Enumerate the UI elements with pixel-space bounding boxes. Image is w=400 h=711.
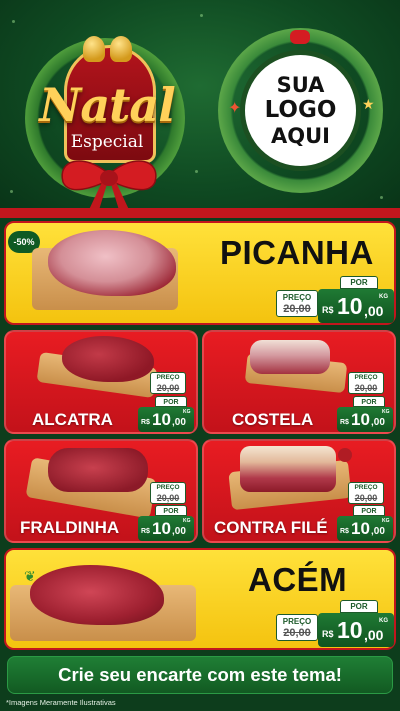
price-integer: 10: [152, 519, 171, 538]
product-image-contra-file: [240, 446, 336, 492]
sparkle-decoration: [12, 20, 15, 23]
star-icon: ★: [362, 96, 375, 112]
new-price-tag: R$ 10 ,00 KG: [138, 407, 194, 432]
price-decimal: ,00: [364, 303, 384, 319]
por-label: POR: [340, 600, 378, 613]
currency-label: R$: [340, 528, 349, 535]
header-banner: Natal Especial ✦ ★ SUA LOGO AQUI: [0, 0, 400, 215]
old-price: 20,00: [156, 382, 180, 393]
currency-label: R$: [141, 528, 150, 535]
old-price-tag: PREÇO 20,00: [150, 482, 186, 504]
unit-label: KG: [382, 409, 390, 415]
product-name: CONTRA FILÉ: [214, 518, 328, 537]
product-name: FRALDINHA: [20, 518, 120, 537]
preco-label: PREÇO: [354, 374, 378, 381]
page-title: Natal: [39, 78, 175, 132]
preco-label: PREÇO: [156, 374, 180, 381]
unit-label: KG: [183, 409, 191, 415]
unit-label: KG: [183, 518, 191, 524]
bell-icon: [110, 36, 132, 62]
old-price-tag: PREÇO 20,00: [348, 372, 384, 394]
bell-icon: [83, 36, 105, 62]
ribbon-bow-icon: [290, 30, 310, 44]
currency-label: R$: [340, 419, 349, 426]
new-price-tag: R$ 10 ,00 KG: [337, 516, 393, 541]
sparkle-decoration: [195, 170, 198, 173]
old-price-tag: PREÇO 20,00: [276, 614, 318, 641]
price-decimal: ,00: [371, 417, 385, 428]
por-label: POR: [353, 505, 385, 516]
product-name: COSTELA: [232, 410, 314, 429]
por-label: POR: [340, 276, 378, 289]
price-integer: 10: [337, 617, 363, 643]
cta-button[interactable]: Crie seu encarte com este tema!: [7, 656, 393, 694]
product-image-fraldinha: [48, 448, 148, 492]
por-label: POR: [155, 505, 187, 516]
old-price: 20,00: [283, 627, 311, 639]
price-decimal: ,00: [172, 526, 186, 537]
product-name: ALCATRA: [32, 410, 113, 429]
logo-text-line: AQUI: [271, 123, 330, 148]
old-price: 20,00: [354, 492, 378, 503]
ribbon-divider: [0, 208, 400, 218]
tomato-garnish-icon: [338, 448, 352, 462]
preco-label: PREÇO: [282, 617, 312, 626]
sparkle-decoration: [200, 14, 203, 17]
preco-label: PREÇO: [156, 484, 180, 491]
unit-label: KG: [382, 518, 390, 524]
old-price-tag: PREÇO 20,00: [150, 372, 186, 394]
new-price-tag: R$ 10 ,00 KG: [318, 613, 394, 647]
product-name: ACÉM: [248, 561, 348, 598]
logo-placeholder[interactable]: SUA LOGO AQUI: [240, 50, 361, 171]
logo-text-line: SUA: [276, 73, 325, 98]
sparkle-decoration: [380, 196, 383, 199]
currency-label: R$: [322, 305, 334, 315]
old-price-tag: PREÇO 20,00: [276, 290, 318, 317]
unit-label: KG: [379, 294, 388, 300]
unit-label: KG: [379, 618, 388, 624]
logo-text-line: LOGO: [264, 97, 337, 124]
product-image-costela: [250, 340, 330, 374]
por-label: POR: [353, 396, 385, 407]
new-price-tag: R$ 10 ,00 KG: [337, 407, 393, 432]
sparkle-decoration: [10, 190, 13, 193]
herb-garnish-icon: ❦: [24, 568, 36, 584]
old-price: 20,00: [156, 492, 180, 503]
old-price: 20,00: [354, 382, 378, 393]
new-price-tag: R$ 10 ,00 KG: [138, 516, 194, 541]
preco-label: PREÇO: [282, 293, 312, 302]
price-decimal: ,00: [364, 627, 384, 643]
footnote: *Imagens Meramente Ilustrativas: [6, 698, 116, 707]
price-integer: 10: [337, 293, 363, 319]
price-decimal: ,00: [172, 417, 186, 428]
page-subtitle: Especial: [70, 132, 144, 152]
price-integer: 10: [351, 410, 370, 429]
new-price-tag: R$ 10 ,00 KG: [318, 289, 394, 323]
preco-label: PREÇO: [354, 484, 378, 491]
ribbon-bow-icon: [61, 160, 157, 214]
currency-label: R$: [322, 629, 334, 639]
por-label: POR: [155, 396, 187, 407]
old-price: 20,00: [283, 303, 311, 315]
price-integer: 10: [152, 410, 171, 429]
product-name: PICANHA: [220, 234, 374, 271]
price-decimal: ,00: [371, 526, 385, 537]
currency-label: R$: [141, 419, 150, 426]
old-price-tag: PREÇO 20,00: [348, 482, 384, 504]
price-integer: 10: [351, 519, 370, 538]
